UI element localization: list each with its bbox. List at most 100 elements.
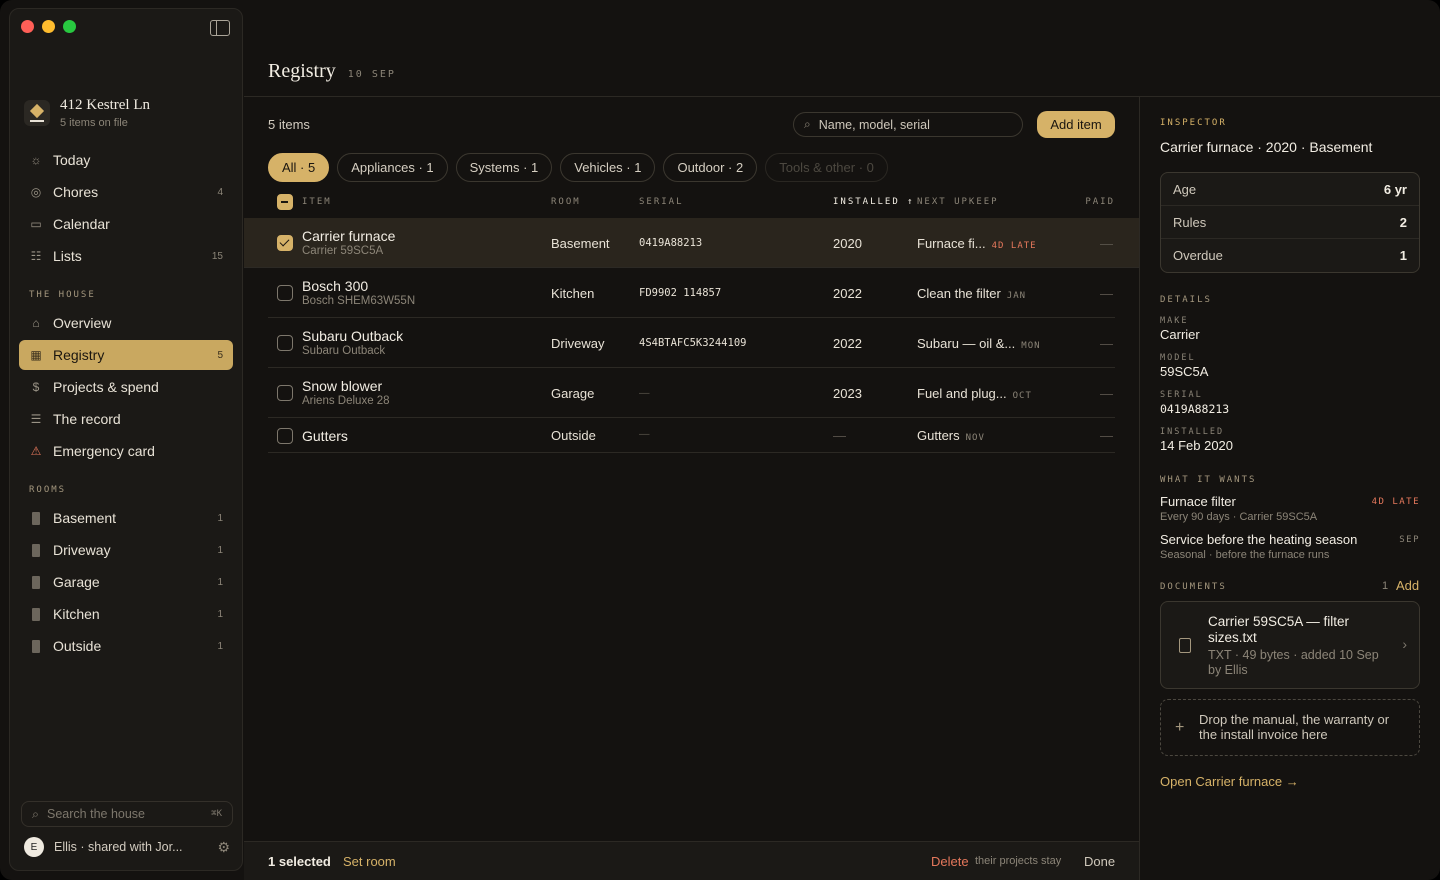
nav-item-registry[interactable]: ▦ Registry 5 — [19, 340, 233, 370]
nav-item-calendar[interactable]: ▭ Calendar — [19, 209, 233, 239]
zoom-window-button[interactable] — [63, 20, 76, 33]
search-icon: ⌕ — [804, 117, 811, 131]
nav-label: Calendar — [53, 216, 110, 232]
stat-label: Overdue — [1173, 248, 1223, 263]
add-document-button[interactable]: Add — [1396, 578, 1419, 593]
home-icon: ⌂ — [32, 316, 40, 330]
nav-item-projects[interactable]: $ Projects & spend — [19, 372, 233, 402]
section-heading-house: THE HOUSE — [29, 290, 96, 300]
room-item-basement[interactable]: Basement 1 — [19, 503, 233, 533]
row-checkbox[interactable] — [277, 335, 293, 351]
chip-outdoor[interactable]: Outdoor · 2 — [663, 153, 758, 182]
model-label: MODEL — [1160, 353, 1196, 363]
registry-search-input[interactable]: ⌕ Name, model, serial — [793, 112, 1023, 137]
upkeep-due-badge: NOV — [965, 433, 985, 443]
set-room-button[interactable]: Set room — [343, 854, 396, 869]
row-paid: — — [1100, 236, 1113, 251]
col-paid[interactable]: PAID — [1085, 197, 1115, 207]
row-room: Kitchen — [551, 286, 595, 301]
room-count: 1 — [217, 512, 223, 524]
row-room: Driveway — [551, 336, 605, 351]
row-room: Outside — [551, 428, 596, 443]
inspector-stats: Age 6 yr Rules 2 Overdue 1 — [1160, 172, 1420, 273]
sidebar-search-input[interactable]: ⌕ Search the house ⌘K — [21, 801, 233, 827]
gear-icon[interactable]: ⚙ — [217, 839, 230, 856]
search-shortcut: ⌘K — [211, 809, 222, 819]
nav-item-emergency[interactable]: ⚠ Emergency card — [19, 436, 233, 466]
row-paid: — — [1100, 386, 1113, 401]
row-installed: 2022 — [833, 336, 862, 351]
chip-vehicles[interactable]: Vehicles · 1 — [560, 153, 656, 182]
table-row[interactable]: Carrier furnace Carrier 59SC5A Basement … — [244, 218, 1139, 268]
row-checkbox[interactable] — [277, 285, 293, 301]
want-title: Service before the heating season — [1160, 532, 1358, 547]
col-upkeep[interactable]: NEXT UPKEEP — [917, 197, 999, 207]
nav-item-today[interactable]: ☼ Today — [19, 145, 233, 175]
row-checkbox[interactable] — [277, 235, 293, 251]
room-item-kitchen[interactable]: Kitchen 1 — [19, 599, 233, 629]
minimize-window-button[interactable] — [42, 20, 55, 33]
select-all-checkbox[interactable] — [277, 194, 293, 210]
row-paid: — — [1100, 286, 1113, 301]
upkeep-due-badge: MON — [1021, 341, 1041, 351]
registry-main: Registry 10 SEP 5 items ⌕ Name, model, s… — [244, 0, 1139, 880]
sidebar-toggle-icon[interactable] — [210, 20, 230, 36]
col-serial[interactable]: SERIAL — [639, 197, 684, 207]
row-item-name: Carrier furnace — [302, 228, 396, 244]
sidebar: 412 Kestrel Ln 5 items on file ☼ Today ◎ C… — [9, 8, 243, 871]
want-desc: Every 90 days · Carrier 59SC5A — [1160, 511, 1318, 523]
row-serial: — — [639, 428, 650, 440]
chip-all[interactable]: All · 5 — [268, 153, 330, 182]
room-item-garage[interactable]: Garage 1 — [19, 567, 233, 597]
document-card[interactable]: Carrier 59SC5A — filter sizes.txt TXT · … — [1160, 601, 1420, 689]
room-icon — [29, 543, 43, 557]
nav-item-chores[interactable]: ◎ Chores 4 — [19, 177, 233, 207]
col-item[interactable]: ITEM — [302, 197, 332, 207]
page-title: Registry — [268, 60, 336, 82]
row-checkbox[interactable] — [277, 385, 293, 401]
stat-value: 6 yr — [1383, 181, 1407, 197]
table-row[interactable]: Bosch 300 Bosch SHEM63W55N Kitchen FD990… — [268, 268, 1115, 318]
open-item-link[interactable]: Open Carrier furnace → — [1160, 774, 1299, 789]
room-item-driveway[interactable]: Driveway 1 — [19, 535, 233, 565]
nav-label: Projects & spend — [53, 379, 159, 395]
chip-appliances[interactable]: Appliances · 1 — [337, 153, 448, 182]
inspector-label: INSPECTOR — [1160, 118, 1227, 128]
chip-tools-other[interactable]: Tools & other · 0 — [765, 153, 888, 182]
room-label: Kitchen — [53, 606, 100, 622]
add-item-button[interactable]: Add item — [1037, 111, 1115, 138]
want-item[interactable]: Furnace filter Every 90 days · Carrier 5… — [1160, 494, 1420, 523]
want-item[interactable]: Service before the heating season Season… — [1160, 532, 1420, 561]
document-dropzone[interactable]: + Drop the manual, the warranty or the i… — [1160, 699, 1420, 756]
details-label: DETAILS — [1160, 295, 1212, 305]
upkeep-text: Gutters — [917, 428, 960, 443]
table-row[interactable]: Gutters Outside — — Gutters NOV — — [268, 418, 1115, 453]
col-room[interactable]: ROOM — [551, 197, 581, 207]
row-item-model: Ariens Deluxe 28 — [302, 395, 390, 407]
table-row[interactable]: Subaru Outback Subaru Outback Driveway 4… — [268, 318, 1115, 368]
row-upkeep: Clean the filter JAN — [917, 286, 1026, 301]
chevron-right-icon: › — [1402, 636, 1407, 652]
row-checkbox[interactable] — [277, 428, 293, 444]
installed-label: INSTALLED — [1160, 427, 1225, 437]
row-paid: — — [1100, 336, 1113, 351]
house-switcher[interactable]: 412 Kestrel Ln 5 items on file — [24, 97, 232, 131]
chip-systems[interactable]: Systems · 1 — [455, 153, 553, 182]
dropzone-text: Drop the manual, the warranty or the ins… — [1199, 712, 1390, 742]
upkeep-due-badge: 4D LATE — [991, 241, 1037, 251]
done-button[interactable]: Done — [1084, 854, 1115, 869]
col-installed[interactable]: INSTALLED ↑ — [833, 197, 915, 207]
table-row[interactable]: Snow blower Ariens Deluxe 28 Garage — 20… — [268, 368, 1115, 418]
delete-button[interactable]: Delete — [931, 854, 969, 869]
nav-count: 5 — [217, 349, 223, 361]
nav-item-record[interactable]: ☰ The record — [19, 404, 233, 434]
user-account[interactable]: E Ellis · shared with Jor... ⚙ — [24, 836, 230, 858]
nav-item-overview[interactable]: ⌂ Overview — [19, 308, 233, 338]
row-upkeep: Fuel and plug... OCT — [917, 386, 1032, 401]
close-window-button[interactable] — [21, 20, 34, 33]
nav-label: Today — [53, 152, 91, 168]
selection-bar: 1 selected Set room Delete their project… — [244, 841, 1139, 880]
room-item-outside[interactable]: Outside 1 — [19, 631, 233, 661]
row-installed: 2022 — [833, 286, 862, 301]
nav-item-lists[interactable]: ☷ Lists 15 — [19, 241, 233, 271]
